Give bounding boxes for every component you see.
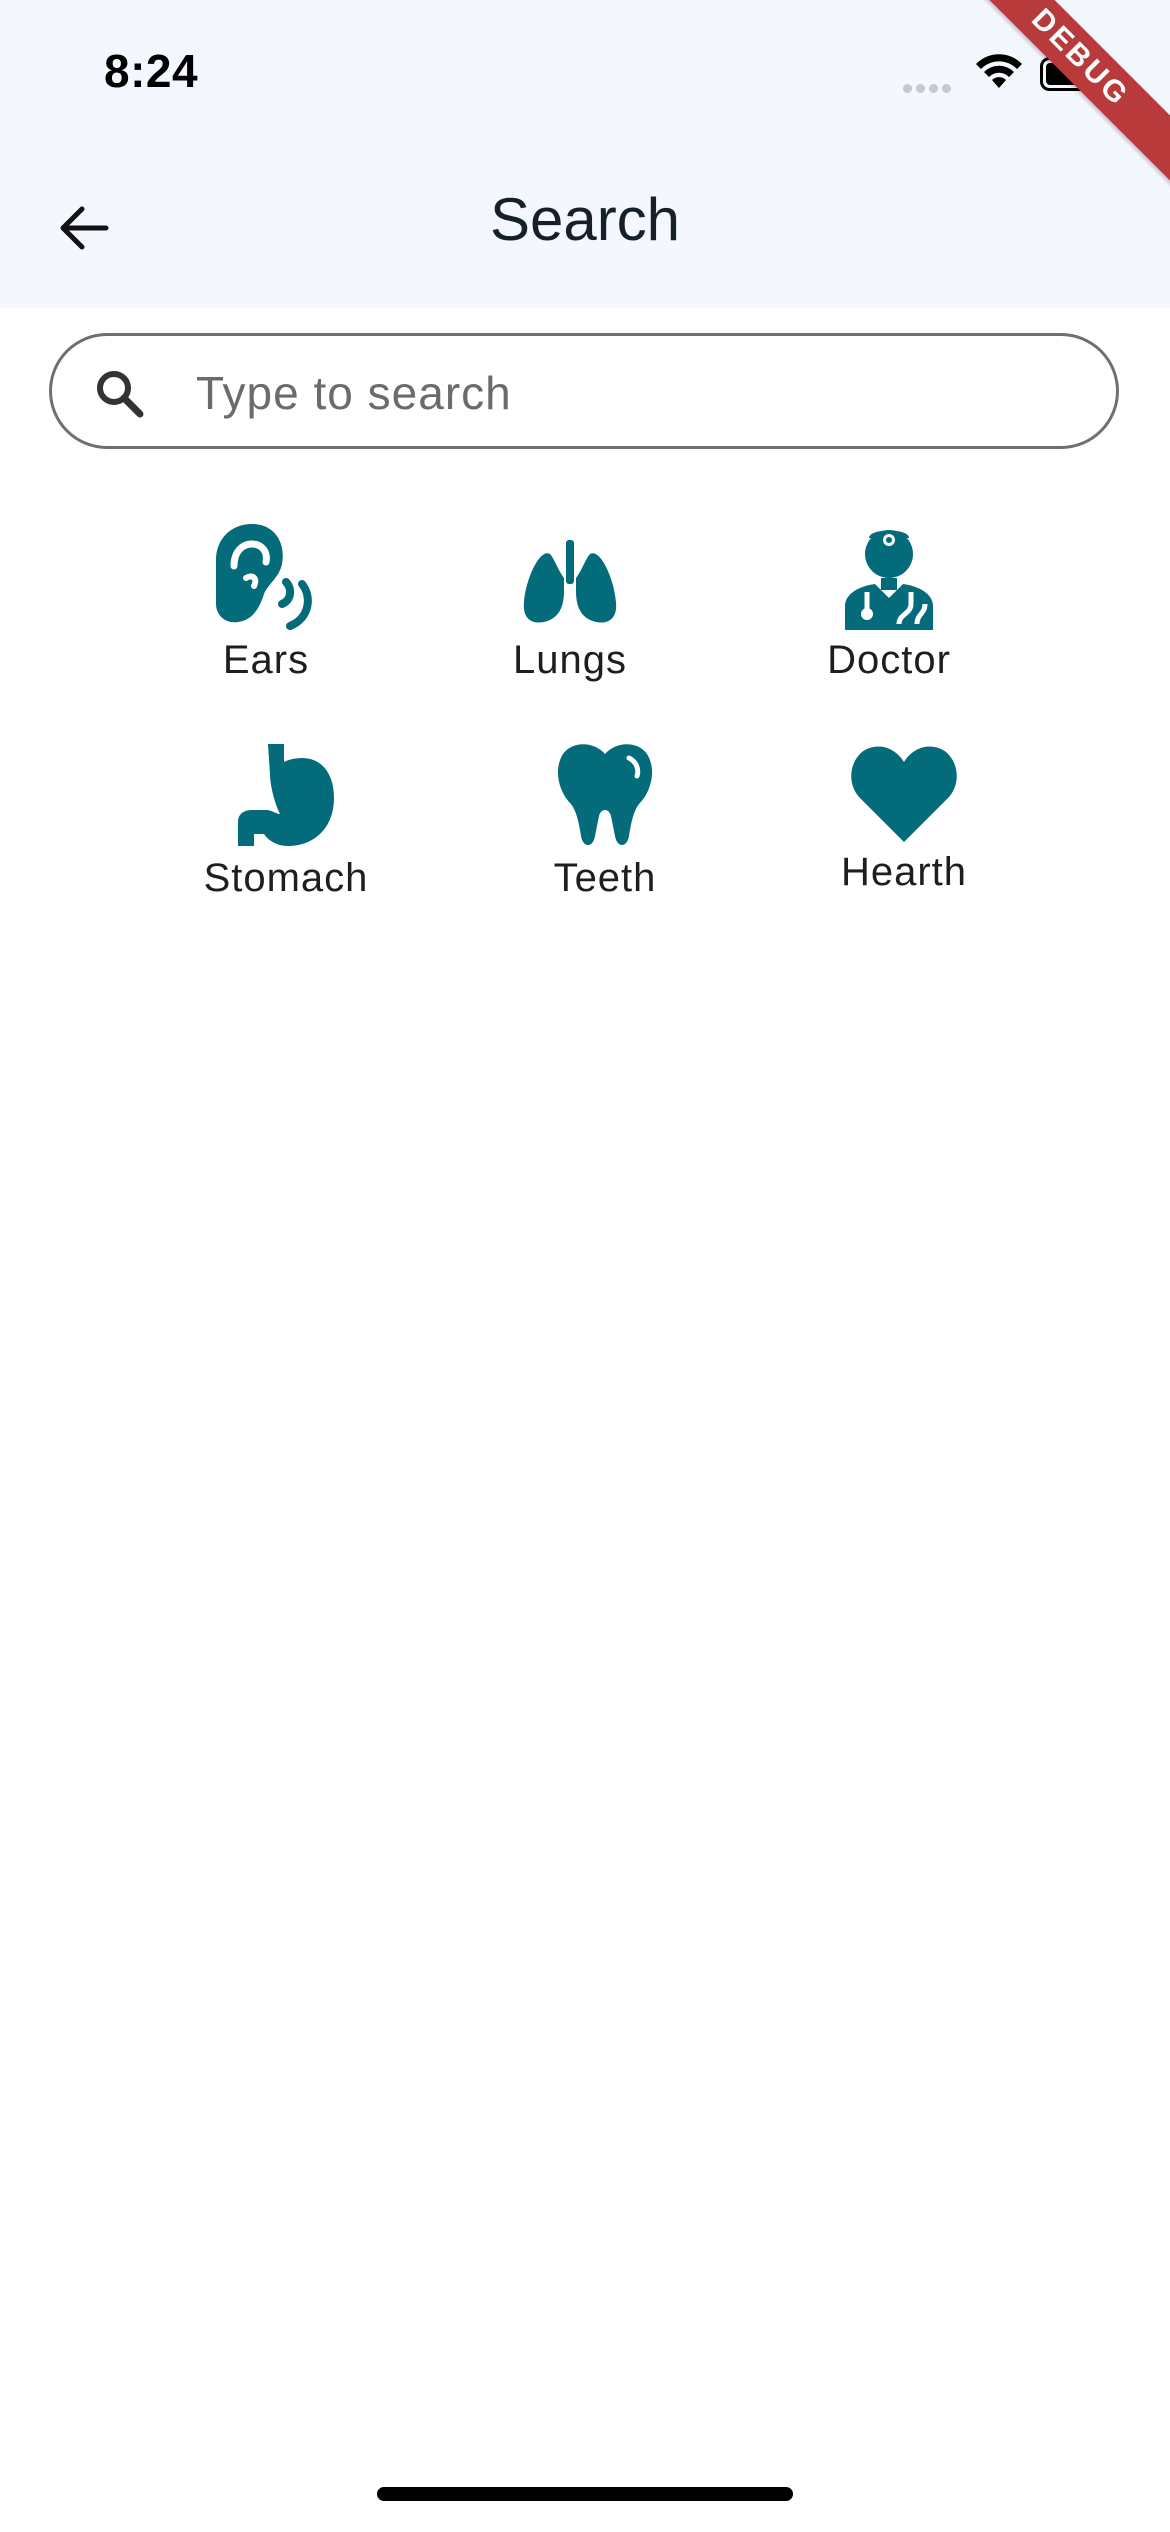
category-label: Stomach: [203, 856, 369, 900]
status-time: 8:24: [104, 45, 199, 97]
wifi-icon: [976, 54, 1022, 88]
search-field[interactable]: [49, 333, 1119, 449]
category-label: Teeth: [553, 856, 657, 900]
category-teeth[interactable]: Teeth: [475, 740, 735, 901]
stomach-icon: [238, 744, 334, 846]
category-stomach[interactable]: Stomach: [156, 740, 416, 901]
page-title: Search: [489, 186, 681, 253]
ear-icon: [216, 524, 312, 630]
category-doctor[interactable]: Doctor: [759, 522, 1019, 683]
tooth-icon: [557, 744, 653, 845]
heart-icon: [851, 746, 957, 842]
cellular-signal-icon: [903, 82, 955, 94]
category-ears[interactable]: Ears: [136, 522, 396, 683]
category-label: Ears: [222, 638, 310, 682]
doctor-icon: [845, 530, 933, 630]
home-indicator[interactable]: [377, 2487, 793, 2501]
lungs-icon: [523, 540, 617, 623]
category-lungs[interactable]: Lungs: [440, 522, 700, 683]
category-label: Doctor: [827, 638, 951, 682]
category-label: Lungs: [513, 638, 627, 682]
search-icon: [97, 371, 144, 418]
category-label: Hearth: [840, 850, 968, 894]
category-hearth[interactable]: Hearth: [774, 740, 1034, 895]
search-input[interactable]: [194, 356, 1078, 430]
